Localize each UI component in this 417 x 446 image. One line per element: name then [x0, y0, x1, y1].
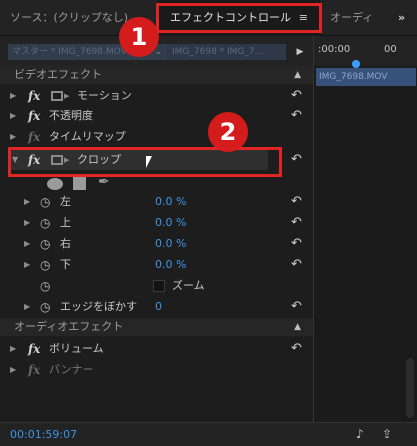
crop-param-left: ▶ ◷ 左 0.0 % ↶ — [0, 192, 313, 212]
export-frame-icon[interactable]: ⇪ — [382, 427, 392, 441]
feather-label: エッジをぼかす — [60, 300, 137, 313]
mask-transform-icon[interactable] — [51, 91, 63, 101]
effect-row-panner[interactable]: ▶ fx パンナー — [0, 360, 313, 380]
param-value[interactable]: 0.0 % — [155, 234, 186, 254]
stopwatch-icon[interactable]: ◷ — [40, 255, 50, 275]
effect-label-motion: モーション — [77, 89, 132, 102]
reset-icon[interactable]: ↶ — [291, 86, 302, 106]
time-ruler[interactable]: :00:00 00 — [314, 36, 417, 66]
ellipse-mask-icon[interactable] — [47, 178, 63, 190]
effect-label-panner: パンナー — [49, 363, 94, 376]
play-icon[interactable]: ▶ — [292, 44, 308, 60]
effect-row-time-remap[interactable]: ▶ fx タイムリマップ — [0, 127, 313, 147]
reset-icon[interactable]: ↶ — [291, 150, 302, 170]
more-tabs-icon[interactable]: » — [398, 0, 414, 36]
clip-name-field[interactable]: IMG_7698 * IMG_7... — [166, 44, 286, 60]
collapse-up-icon[interactable]: ▲ — [294, 66, 301, 84]
audio-effects-header[interactable]: オーディオエフェクト ▲ — [0, 318, 313, 336]
fx-toggle-icon[interactable]: fx — [28, 339, 40, 359]
crop-param-top: ▶ ◷ 上 0.0 % ↶ — [0, 213, 313, 233]
effect-row-opacity[interactable]: ▶ fx 不透明度 ↶ — [0, 106, 313, 126]
mask-dropdown-icon[interactable]: ▶ — [64, 86, 69, 106]
crop-reset[interactable]: ↶ — [281, 150, 311, 170]
effect-label-volume: ボリューム — [49, 342, 104, 355]
audio-scrub-icon[interactable]: ♪ — [356, 427, 364, 441]
expand-triangle-icon[interactable]: ▶ — [10, 339, 16, 359]
reset-icon[interactable]: ↶ — [291, 192, 302, 212]
collapse-up-icon[interactable]: ▲ — [294, 318, 301, 336]
mouse-cursor-icon — [146, 156, 152, 168]
timeline-clip[interactable]: IMG_7698.MOV — [316, 68, 416, 86]
expand-triangle-icon[interactable]: ▶ — [10, 127, 16, 147]
rectangle-mask-icon[interactable] — [73, 177, 86, 190]
param-label: 下 — [60, 258, 71, 271]
param-value[interactable]: 0.0 % — [155, 192, 186, 212]
stopwatch-icon[interactable]: ◷ — [40, 234, 50, 254]
crop-param-bottom: ▶ ◷ 下 0.0 % ↶ — [0, 255, 313, 275]
reset-icon[interactable]: ↶ — [291, 255, 302, 275]
crop-param-right: ▶ ◷ 右 0.0 % ↶ — [0, 234, 313, 254]
highlight-box-tab — [156, 3, 322, 33]
feather-value[interactable]: 0 — [155, 297, 162, 317]
param-value[interactable]: 0.0 % — [155, 255, 186, 275]
expand-triangle-icon[interactable]: ▶ — [24, 255, 30, 275]
expand-triangle-icon[interactable]: ▶ — [10, 106, 16, 126]
zoom-checkbox[interactable] — [153, 280, 165, 292]
effect-timeline[interactable]: :00:00 00 IMG_7698.MOV — [313, 36, 417, 422]
reset-icon[interactable]: ↶ — [291, 339, 302, 359]
fx-toggle-icon: fx — [28, 130, 41, 144]
timeline-scrollbar[interactable] — [406, 358, 414, 418]
effect-label-time-remap: タイムリマップ — [49, 130, 126, 143]
current-timecode[interactable]: 00:01:59:07 — [10, 428, 77, 441]
expand-triangle-icon[interactable]: ▶ — [10, 360, 16, 380]
ruler-end-time: 00 — [384, 44, 397, 55]
playhead[interactable] — [352, 60, 360, 68]
param-label: 上 — [60, 216, 71, 229]
zoom-label: ズーム — [172, 279, 205, 292]
crop-param-feather: ▶ ◷ エッジをぼかす 0 ↶ — [0, 297, 313, 317]
effect-row-volume[interactable]: ▶ fx ボリューム ↶ — [0, 339, 313, 359]
expand-triangle-icon[interactable]: ▶ — [24, 192, 30, 212]
fx-toggle-icon[interactable]: fx — [28, 86, 40, 106]
param-label: 左 — [60, 195, 71, 208]
expand-triangle-icon[interactable]: ▶ — [24, 297, 30, 317]
audio-effects-title: オーディオエフェクト — [14, 320, 124, 333]
highlight-box-crop — [8, 147, 282, 177]
bottom-bar: 00:01:59:07 ♪ ⇪ — [0, 422, 417, 446]
stopwatch-icon[interactable]: ◷ — [40, 297, 50, 317]
expand-triangle-icon[interactable]: ▶ — [10, 86, 16, 106]
tab-audio[interactable]: オーディ — [330, 0, 390, 36]
param-label: 右 — [60, 237, 71, 250]
crop-param-zoom: ◷ ズーム — [0, 276, 313, 296]
expand-triangle-icon[interactable]: ▶ — [24, 213, 30, 233]
effect-row-motion[interactable]: ▶ fx ▶ モーション ↶ — [0, 86, 313, 106]
reset-icon[interactable]: ↶ — [291, 213, 302, 233]
reset-icon[interactable]: ↶ — [291, 297, 302, 317]
effect-label-opacity: 不透明度 — [49, 109, 93, 122]
fx-toggle-icon[interactable]: fx — [28, 106, 40, 126]
reset-icon[interactable]: ↶ — [291, 106, 302, 126]
stopwatch-icon[interactable]: ◷ — [40, 192, 50, 212]
video-effects-title: ビデオエフェクト — [14, 68, 102, 81]
expand-triangle-icon[interactable]: ▶ — [24, 234, 30, 254]
fx-toggle-icon: fx — [28, 363, 41, 377]
video-effects-header[interactable]: ビデオエフェクト ▲ — [0, 66, 313, 84]
reset-icon[interactable]: ↶ — [291, 234, 302, 254]
callout-badge-2: 2 — [208, 112, 248, 152]
stopwatch-icon[interactable]: ◷ — [40, 213, 50, 233]
callout-badge-1: 1 — [119, 17, 159, 57]
stopwatch-icon: ◷ — [40, 279, 51, 293]
ruler-start-time: :00:00 — [318, 44, 351, 55]
sequence-label: マスター * IMG_7698.MOV — [12, 47, 127, 57]
param-value[interactable]: 0.0 % — [155, 213, 186, 233]
